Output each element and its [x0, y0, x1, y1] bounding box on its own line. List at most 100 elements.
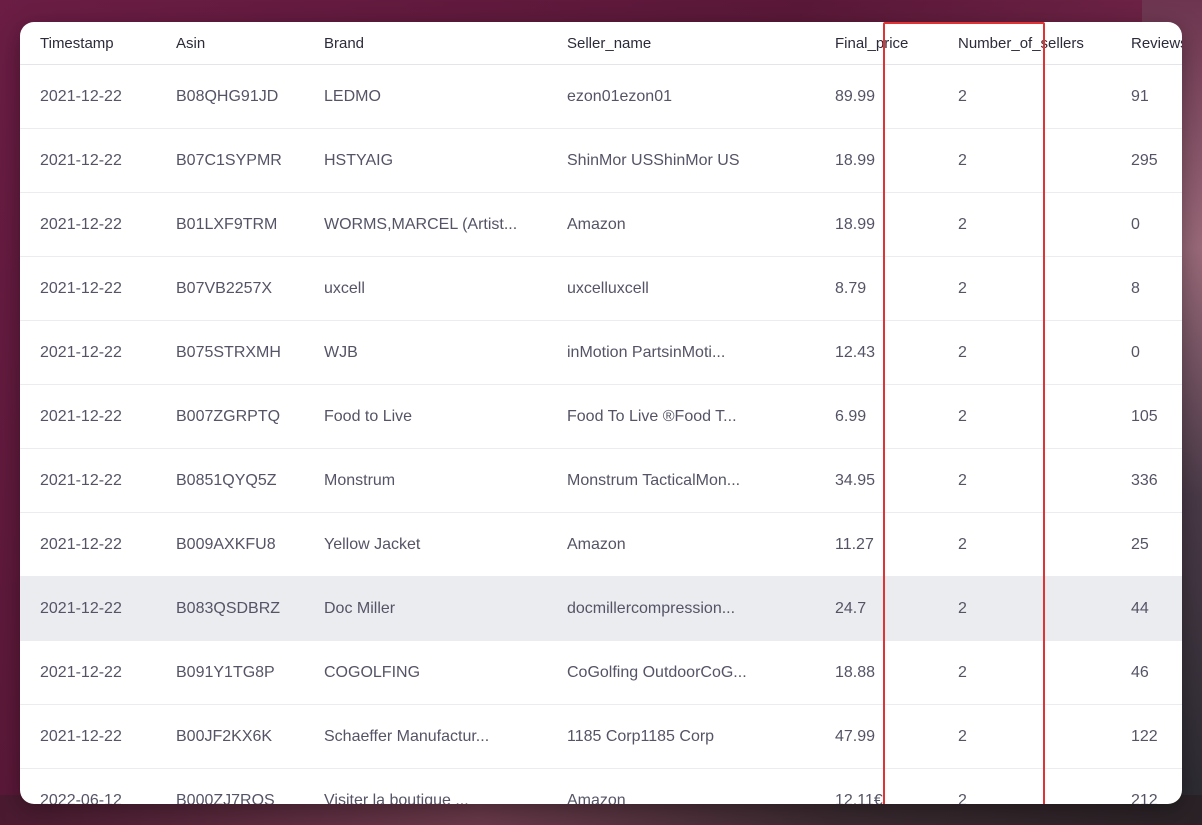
cell-timestamp: 2021-12-22 — [20, 640, 176, 705]
cell-number-of-sellers: 2 — [946, 192, 1131, 257]
column-header-asin[interactable]: Asin — [176, 22, 324, 65]
cell-reviews-count: 46 — [1131, 640, 1182, 705]
cell-reviews-count: 295 — [1131, 128, 1182, 193]
cell-timestamp: 2022-06-12 — [20, 768, 176, 804]
cell-brand: uxcell — [324, 256, 567, 321]
cell-number-of-sellers: 2 — [946, 320, 1131, 385]
cell-seller-name: ShinMor USShinMor US — [567, 128, 835, 193]
cell-seller-name: Amazon — [567, 192, 835, 257]
cell-brand: WORMS,MARCEL (Artist... — [324, 192, 567, 257]
cell-brand: LEDMO — [324, 64, 567, 129]
column-header-reviews-count[interactable]: Reviews_count — [1131, 22, 1182, 65]
cell-number-of-sellers: 2 — [946, 64, 1131, 129]
cell-brand: COGOLFING — [324, 640, 567, 705]
cell-brand: Doc Miller — [324, 576, 567, 641]
cell-brand: Food to Live — [324, 384, 567, 449]
cell-seller-name: uxcelluxcell — [567, 256, 835, 321]
cell-final-price: 34.95 — [835, 448, 946, 513]
cell-final-price: 18.99 — [835, 128, 946, 193]
cell-asin: B000ZJ7ROS — [176, 768, 324, 804]
cell-final-price: 47.99 — [835, 704, 946, 769]
cell-timestamp: 2021-12-22 — [20, 448, 176, 513]
data-table-card: Timestamp Asin Brand Seller_name Final_p… — [20, 22, 1182, 804]
cell-number-of-sellers: 2 — [946, 704, 1131, 769]
cell-seller-name: ezon01ezon01 — [567, 64, 835, 129]
cell-reviews-count: 44 — [1131, 576, 1182, 641]
cell-number-of-sellers: 2 — [946, 768, 1131, 804]
cell-reviews-count: 122 — [1131, 704, 1182, 769]
cell-reviews-count: 91 — [1131, 64, 1182, 129]
cell-seller-name: CoGolfing OutdoorCoG... — [567, 640, 835, 705]
cell-brand: Schaeffer Manufactur... — [324, 704, 567, 769]
table-row[interactable]: 2021-12-22 B075STRXMH WJB inMotion PartsinM… — [20, 320, 1182, 385]
cell-timestamp: 2021-12-22 — [20, 64, 176, 129]
cell-final-price: 12.43 — [835, 320, 946, 385]
cell-asin: B009AXKFU8 — [176, 512, 324, 577]
table-row[interactable]: 2021-12-22 B01LXF9TRM WORMS,MARCEL (Artist… — [20, 192, 1182, 257]
cell-seller-name: Amazon — [567, 512, 835, 577]
cell-timestamp: 2021-12-22 — [20, 384, 176, 449]
cell-final-price: 18.88 — [835, 640, 946, 705]
table-header-row: Timestamp Asin Brand Seller_name Final_p… — [20, 22, 1182, 65]
cell-asin: B07C1SYPMR — [176, 128, 324, 193]
table-row[interactable]: 2021-12-22 B007ZGRPTQ Food to Live Food To … — [20, 384, 1182, 449]
cell-asin: B091Y1TG8P — [176, 640, 324, 705]
cell-reviews-count: 8 — [1131, 256, 1182, 321]
cell-final-price: 11.27 — [835, 512, 946, 577]
cell-final-price: 24.7 — [835, 576, 946, 641]
cell-number-of-sellers: 2 — [946, 640, 1131, 705]
table-row[interactable]: 2022-06-12 B000ZJ7ROS Visiter la boutique … — [20, 768, 1182, 804]
column-header-timestamp[interactable]: Timestamp — [20, 22, 176, 65]
cell-number-of-sellers: 2 — [946, 448, 1131, 513]
table-row[interactable]: 2021-12-22 B07VB2257X uxcell uxcelluxcell 8.… — [20, 256, 1182, 321]
cell-asin: B007ZGRPTQ — [176, 384, 324, 449]
cell-reviews-count: 105 — [1131, 384, 1182, 449]
cell-seller-name: Amazon — [567, 768, 835, 804]
cell-seller-name: inMotion PartsinMoti... — [567, 320, 835, 385]
cell-brand: HSTYAIG — [324, 128, 567, 193]
cell-number-of-sellers: 2 — [946, 256, 1131, 321]
cell-timestamp: 2021-12-22 — [20, 576, 176, 641]
cell-brand: Monstrum — [324, 448, 567, 513]
cell-reviews-count: 0 — [1131, 192, 1182, 257]
cell-seller-name: docmillercompression... — [567, 576, 835, 641]
cell-seller-name: Food To Live ®Food T... — [567, 384, 835, 449]
cell-reviews-count: 0 — [1131, 320, 1182, 385]
cell-reviews-count: 212 — [1131, 768, 1182, 804]
cell-timestamp: 2021-12-22 — [20, 128, 176, 193]
column-header-seller-name[interactable]: Seller_name — [567, 22, 835, 65]
cell-number-of-sellers: 2 — [946, 128, 1131, 193]
cell-asin: B083QSDBRZ — [176, 576, 324, 641]
cell-final-price: 8.79 — [835, 256, 946, 321]
cell-number-of-sellers: 2 — [946, 512, 1131, 577]
table-body: 2021-12-22 B08QHG91JD LEDMO ezon01ezon01 89.… — [20, 64, 1182, 804]
cell-final-price: 12,11€ — [835, 768, 946, 804]
cell-timestamp: 2021-12-22 — [20, 704, 176, 769]
data-table: Timestamp Asin Brand Seller_name Final_p… — [20, 22, 1182, 804]
table-row[interactable]: 2021-12-22 B00JF2KX6K Schaeffer Manufactur… — [20, 704, 1182, 769]
table-row[interactable]: 2021-12-22 B091Y1TG8P COGOLFING CoGolfing O… — [20, 640, 1182, 705]
cell-asin: B08QHG91JD — [176, 64, 324, 129]
cell-asin: B0851QYQ5Z — [176, 448, 324, 513]
table-row[interactable]: 2021-12-22 B08QHG91JD LEDMO ezon01ezon01 89.… — [20, 64, 1182, 129]
cell-final-price: 6.99 — [835, 384, 946, 449]
cell-number-of-sellers: 2 — [946, 576, 1131, 641]
column-header-number-of-sellers[interactable]: Number_of_sellers — [946, 22, 1131, 65]
column-header-final-price[interactable]: Final_price — [835, 22, 946, 65]
cell-asin: B07VB2257X — [176, 256, 324, 321]
cell-reviews-count: 25 — [1131, 512, 1182, 577]
table-row[interactable]: 2021-12-22 B009AXKFU8 Yellow Jacket Amazon 1… — [20, 512, 1182, 577]
cell-reviews-count: 336 — [1131, 448, 1182, 513]
table-row[interactable]: 2021-12-22 B0851QYQ5Z Monstrum Monstrum Tac… — [20, 448, 1182, 513]
cell-brand: Visiter la boutique ... — [324, 768, 567, 804]
table-row[interactable]: 2021-12-22 B083QSDBRZ Doc Miller docmillerc… — [20, 576, 1182, 641]
cell-timestamp: 2021-12-22 — [20, 192, 176, 257]
cell-seller-name: Monstrum TacticalMon... — [567, 448, 835, 513]
cell-brand: WJB — [324, 320, 567, 385]
cell-seller-name: 1185 Corp1185 Corp — [567, 704, 835, 769]
cell-asin: B075STRXMH — [176, 320, 324, 385]
cell-timestamp: 2021-12-22 — [20, 256, 176, 321]
cell-number-of-sellers: 2 — [946, 384, 1131, 449]
table-row[interactable]: 2021-12-22 B07C1SYPMR HSTYAIG ShinMor USShi… — [20, 128, 1182, 193]
column-header-brand[interactable]: Brand — [324, 22, 567, 65]
